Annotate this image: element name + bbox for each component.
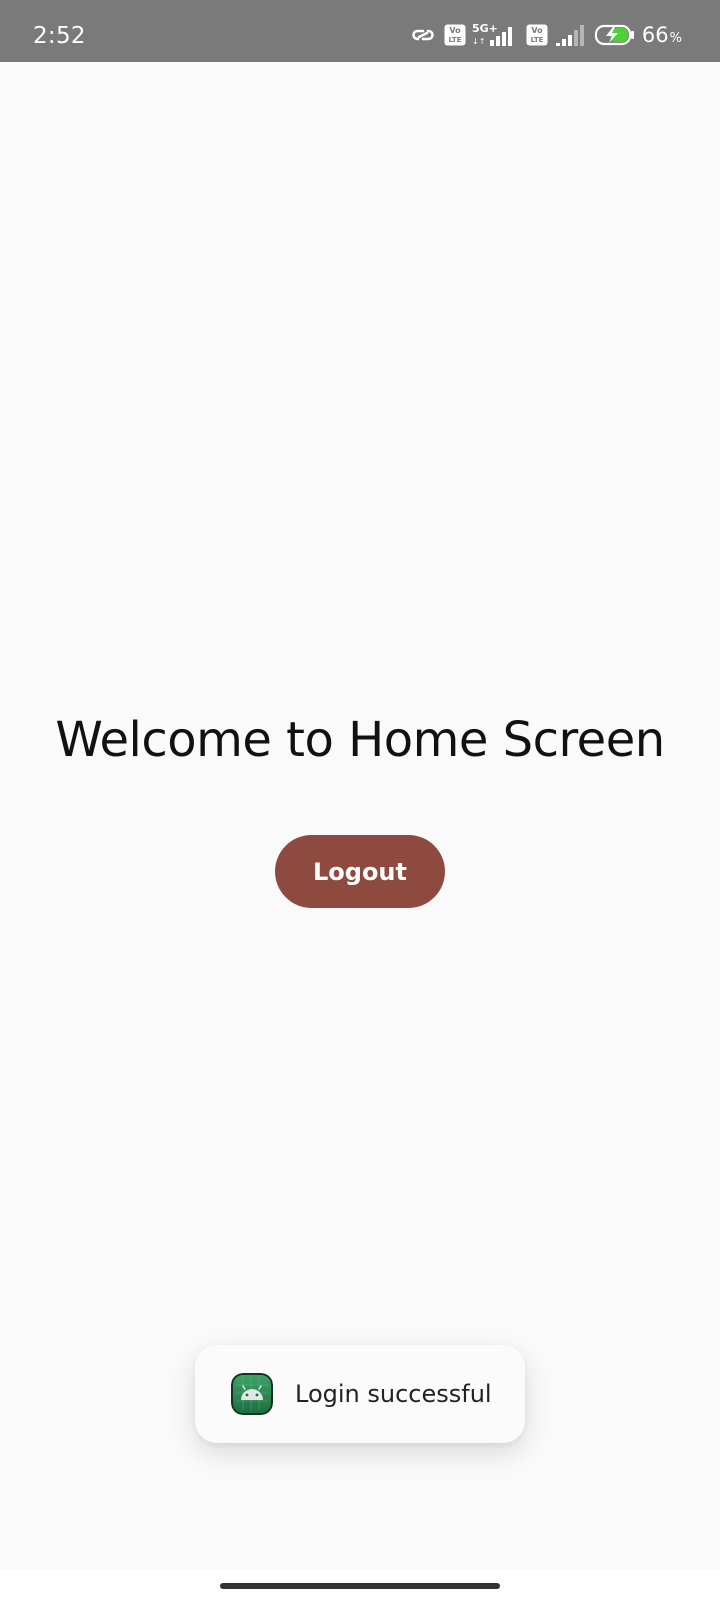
signal-icon: [554, 23, 588, 47]
battery-level-text: 66: [641, 23, 669, 47]
page-title: Welcome to Home Screen: [55, 712, 665, 768]
status-icons: Vo LTE 5G+ ↓↑ Vo LTE 66 %: [408, 0, 682, 62]
volte-icon: Vo LTE: [444, 24, 466, 46]
status-bar: 2:52 Vo LTE 5G+ ↓↑ Vo LTE 66 %: [0, 0, 720, 62]
home-indicator[interactable]: [220, 1583, 500, 1589]
toast-notification: Login successful: [195, 1345, 525, 1443]
logout-button[interactable]: Logout: [275, 835, 445, 908]
battery-percentage: 66 %: [642, 23, 682, 47]
toast-message: Login successful: [295, 1380, 492, 1408]
svg-text:5G+: 5G+: [472, 22, 498, 35]
volte-icon: Vo LTE: [526, 24, 548, 46]
battery-charging-icon: [594, 23, 636, 47]
svg-text:Vo: Vo: [531, 26, 543, 35]
android-app-icon: [231, 1373, 273, 1415]
signal-5g-icon: 5G+ ↓↑: [472, 22, 520, 48]
svg-text:↓↑: ↓↑: [472, 37, 485, 46]
svg-text:LTE: LTE: [530, 36, 543, 44]
home-screen: 2:52 Vo LTE 5G+ ↓↑ Vo LTE 66 % Welcome t…: [0, 0, 720, 1600]
svg-text:Vo: Vo: [449, 26, 461, 35]
link-icon: [408, 23, 438, 47]
status-time: 2:52: [33, 23, 86, 49]
battery-unit-text: %: [669, 31, 682, 46]
svg-text:LTE: LTE: [448, 36, 461, 44]
